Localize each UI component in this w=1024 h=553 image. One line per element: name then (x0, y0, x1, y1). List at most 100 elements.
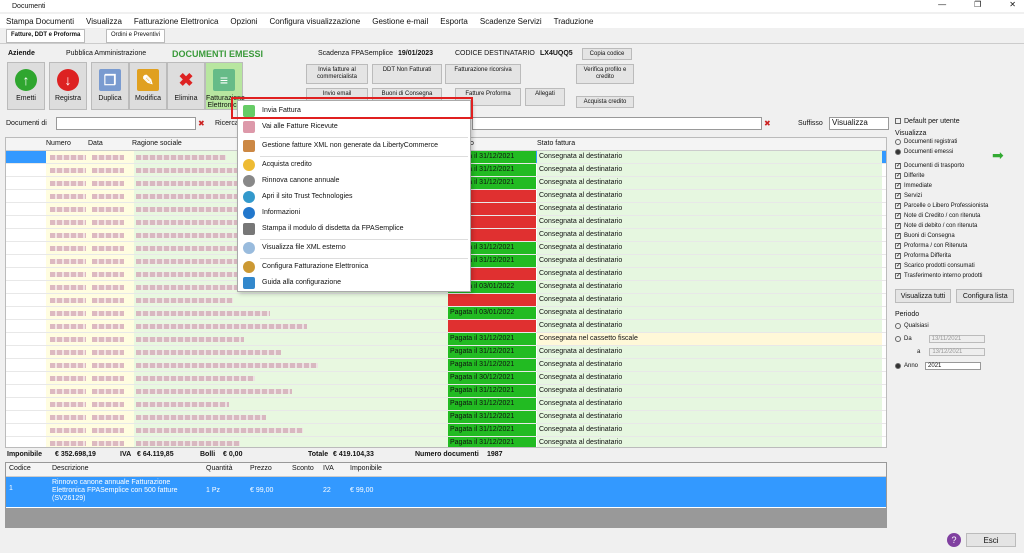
registra-button[interactable]: ↓ Registra (49, 62, 87, 110)
close-button[interactable]: ✕ (1009, 0, 1016, 9)
table-row[interactable]: Pagata il 31/12/2021 Consegnata al destin… (6, 437, 886, 447)
elimina-button[interactable]: ✖ Elimina (167, 62, 205, 110)
menu-gestione-xml[interactable]: Gestione fatture XML non generate da Lib… (238, 138, 470, 154)
ddt-non-fatturati-button[interactable]: DDT Non Fatturati (372, 64, 442, 84)
menu-scadenze[interactable]: Scadenze Servizi (480, 17, 542, 26)
verifica-profilo-button[interactable]: Verifica profilo e credito (576, 64, 634, 84)
ricerca-input[interactable] (472, 117, 762, 130)
radio-da[interactable]: Da 13/11/2021 (895, 334, 1019, 344)
filter-checkbox[interactable]: ✓ Immediate (895, 181, 1019, 191)
table-row[interactable]: Consegnata al destinatario (6, 320, 886, 333)
stato-fattura: Consegnata al destinatario (537, 177, 882, 189)
menu-xml-esterno[interactable]: Visualizza file XML esterno (238, 240, 470, 256)
filter-checkbox[interactable]: ✓ Parcelle o Libero Professionista (895, 201, 1019, 211)
filter-checkbox[interactable]: ✓ Scarico prodotti consumati (895, 261, 1019, 271)
da-date-input[interactable]: 13/11/2021 (928, 335, 985, 343)
filter-checkbox[interactable]: ✓ Proforma / con Ritenuta (895, 241, 1019, 251)
checkmark-icon: ✓ (895, 173, 902, 179)
detail-row[interactable]: 1 Rinnovo canone annuale Fatturazione El… (6, 477, 886, 507)
clear-x-icon[interactable]: ✖ (198, 119, 205, 128)
document-tabs: Fatture, DDT e Proforma Ordini e Prevent… (0, 28, 1024, 44)
menu-configura-fe[interactable]: Configura Fatturazione Elettronica (238, 259, 470, 275)
minimize-button[interactable]: — (938, 0, 946, 9)
allegati-button[interactable]: Allegati (525, 88, 565, 106)
documenti-di-label: Documenti di (6, 120, 47, 127)
menu-email[interactable]: Gestione e-mail (372, 17, 428, 26)
stato-pagamento: Pagata il 31/12/2021 (448, 437, 536, 447)
menu-invia-fattura[interactable]: Invia Fattura (238, 103, 470, 119)
menu-configura[interactable]: Configura visualizzazione (270, 17, 361, 26)
tab-fatture[interactable]: Fatture, DDT e Proforma (6, 29, 86, 43)
menu-esporta[interactable]: Esporta (440, 17, 468, 26)
a-date-input[interactable]: 13/12/2021 (929, 348, 986, 356)
ricerca-label: Ricerca (215, 120, 239, 127)
table-row[interactable]: Pagata il 31/12/2021 Consegnata nel casse… (6, 333, 886, 346)
filter-checkbox[interactable]: ✓ Trasferimento interno prodotti (895, 271, 1019, 281)
modifica-button[interactable]: ✎ Modifica (129, 62, 167, 110)
menu-opzioni[interactable]: Opzioni (230, 17, 257, 26)
suffisso-label: Suffisso (798, 120, 823, 127)
tab-pa[interactable]: Pubblica Amministrazione (66, 50, 146, 57)
table-row[interactable]: Consegnata al destinatario (6, 294, 886, 307)
table-row[interactable]: Pagata il 31/12/2021 Consegnata al destin… (6, 398, 886, 411)
filter-checkbox[interactable]: ✓ Differite (895, 171, 1019, 181)
menu-stampa[interactable]: Stampa Documenti (6, 17, 74, 26)
menu-informazioni[interactable]: Informazioni (238, 205, 470, 221)
table-row[interactable]: Pagata il 31/12/2021 Consegnata al destin… (6, 346, 886, 359)
menu-guida[interactable]: Guida alla configurazione (238, 275, 470, 291)
col-data[interactable]: Data (88, 140, 103, 147)
table-row[interactable]: Pagata il 31/12/2021 Consegnata al destin… (6, 385, 886, 398)
stato-fattura: Consegnata al destinatario (537, 320, 882, 332)
table-row[interactable]: Pagata il 30/12/2021 Consegnata al destin… (6, 372, 886, 385)
tab-ordini[interactable]: Ordini e Preventivi (106, 29, 166, 43)
table-row[interactable]: Pagata il 03/01/2022 Consegnata al destin… (6, 307, 886, 320)
radio-qualsiasi[interactable]: Qualsiasi (895, 321, 1019, 331)
table-row[interactable]: Pagata il 31/12/2021 Consegnata al destin… (6, 411, 886, 424)
stato-fattura: Consegnata al destinatario (537, 385, 882, 397)
menu-stampa-disdetta[interactable]: Stampa il modulo di disdetta da FPASempl… (238, 221, 470, 237)
filter-checkbox[interactable]: ✓ Servizi (895, 191, 1019, 201)
esci-button[interactable]: Esci (966, 533, 1016, 547)
table-row[interactable]: Pagata il 31/12/2021 Consegnata al destin… (6, 359, 886, 372)
checkmark-icon: ✓ (895, 253, 902, 259)
filter-checkbox[interactable]: ✓ Note di Credito / con ritenuta (895, 211, 1019, 221)
menu-acquista-credito[interactable]: Acquista credito (238, 157, 470, 173)
menu-rinnova[interactable]: Rinnova canone annuale (238, 173, 470, 189)
magnifier-icon (243, 242, 255, 254)
help-icon[interactable]: ? (947, 533, 961, 547)
menu-traduzione[interactable]: Traduzione (554, 17, 594, 26)
menu-fe[interactable]: Fatturazione Elettronica (134, 17, 219, 26)
invia-commercialista-button[interactable]: Invia fatture al commercialista (306, 64, 368, 84)
emetti-button[interactable]: ↑ Emetti (7, 62, 45, 110)
default-utente-check[interactable]: Default per utente (895, 116, 1019, 126)
copia-codice-button[interactable]: Copia codice (582, 48, 632, 60)
menu-visualizza[interactable]: Visualizza (86, 17, 122, 26)
stato-fattura: Consegnata al destinatario (537, 203, 882, 215)
fatturazione-ricorsiva-button[interactable]: Fatturazione ricorsiva (445, 64, 521, 84)
col-stato-fattura[interactable]: Stato fattura (537, 140, 575, 147)
documenti-di-input[interactable] (56, 117, 196, 130)
col-numero[interactable]: Numero (46, 140, 71, 147)
radio-registrati[interactable]: Documenti registrati (895, 137, 1019, 147)
table-row[interactable]: Pagata il 31/12/2021 Consegnata al destin… (6, 424, 886, 437)
copy-icon: ❐ (99, 69, 121, 91)
filter-checkbox[interactable]: ✓ Proforma Differita (895, 251, 1019, 261)
menu-fatture-ricevute[interactable]: Vai alle Fatture Ricevute (238, 119, 470, 135)
tab-aziende[interactable]: Aziende (8, 50, 35, 57)
stato-pagamento: Pagata il 31/12/2021 (448, 398, 536, 410)
maximize-button[interactable]: ❐ (974, 0, 981, 9)
filter-checkbox[interactable]: ✓ Note di debito / con ritenuta (895, 221, 1019, 231)
visualizza-tutti-button[interactable]: Visualizza tutti (895, 289, 951, 303)
col-ragione[interactable]: Ragione sociale (132, 140, 182, 147)
clear-x-icon[interactable]: ✖ (764, 119, 771, 128)
radio-anno[interactable]: Anno 2021 (895, 361, 1019, 371)
configura-lista-button[interactable]: Configura lista (956, 289, 1015, 303)
arrow-right-icon[interactable]: ➡ (992, 147, 1004, 164)
stato-fattura: Consegnata al destinatario (537, 424, 882, 436)
acquista-credito-button[interactable]: Acquista credito (576, 96, 634, 108)
anno-select[interactable]: 2021 (925, 362, 982, 370)
filter-checkbox[interactable]: ✓ Buoni di Consegna (895, 231, 1019, 241)
menu-sito-trust[interactable]: Apri il sito Trust Technologies (238, 189, 470, 205)
suffisso-select[interactable]: Visualizza (829, 117, 889, 130)
duplica-button[interactable]: ❐ Duplica (91, 62, 129, 110)
